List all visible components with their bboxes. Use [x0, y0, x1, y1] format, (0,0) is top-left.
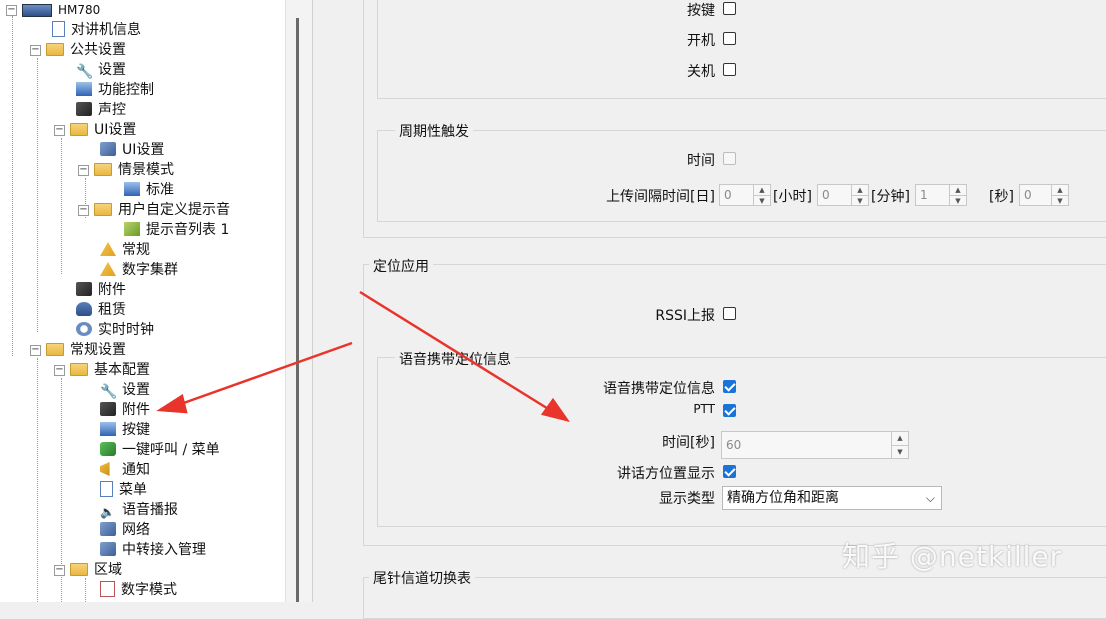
annotation-arrows — [156, 290, 570, 423]
watermark: 知乎 @netkiller — [842, 540, 1063, 573]
arrow-head — [156, 394, 188, 414]
arrow-to-accessories — [177, 341, 353, 407]
arrow-head — [540, 397, 570, 423]
arrow-to-voice-location — [359, 290, 551, 412]
